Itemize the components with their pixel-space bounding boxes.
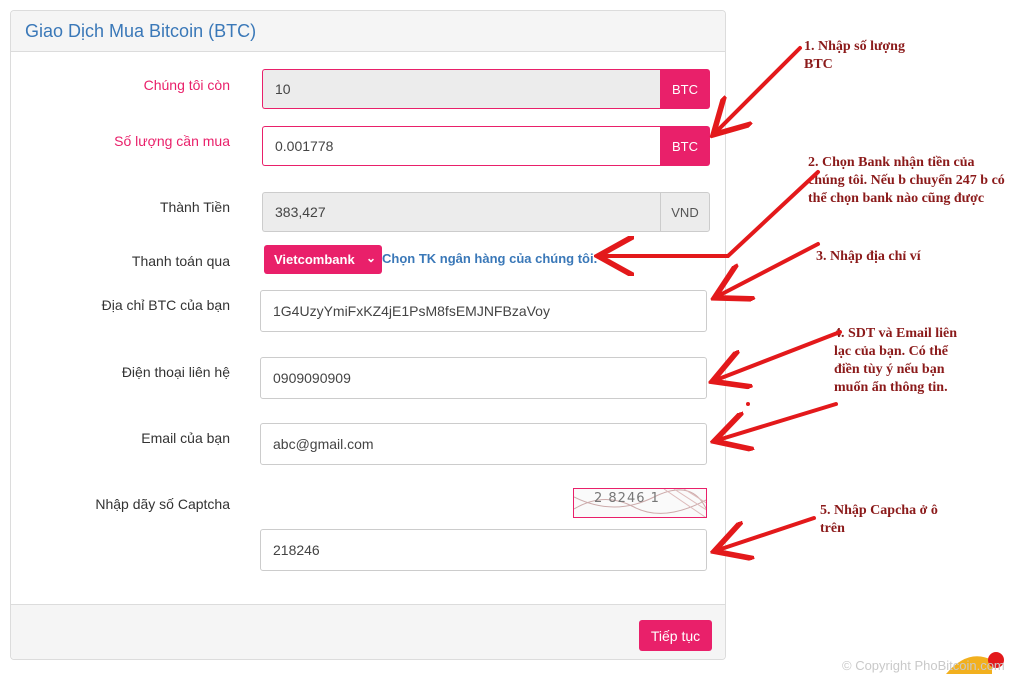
annotation-arrows: [0, 46, 1004, 674]
arrow-4b: [718, 402, 838, 440]
arrow-4a: [716, 330, 842, 380]
arrow-5: [718, 516, 816, 550]
arrow-2: [602, 170, 820, 256]
copyright-text: © Copyright PhoBitcoin.com: [842, 658, 1005, 673]
arrow-1: [716, 46, 802, 132]
